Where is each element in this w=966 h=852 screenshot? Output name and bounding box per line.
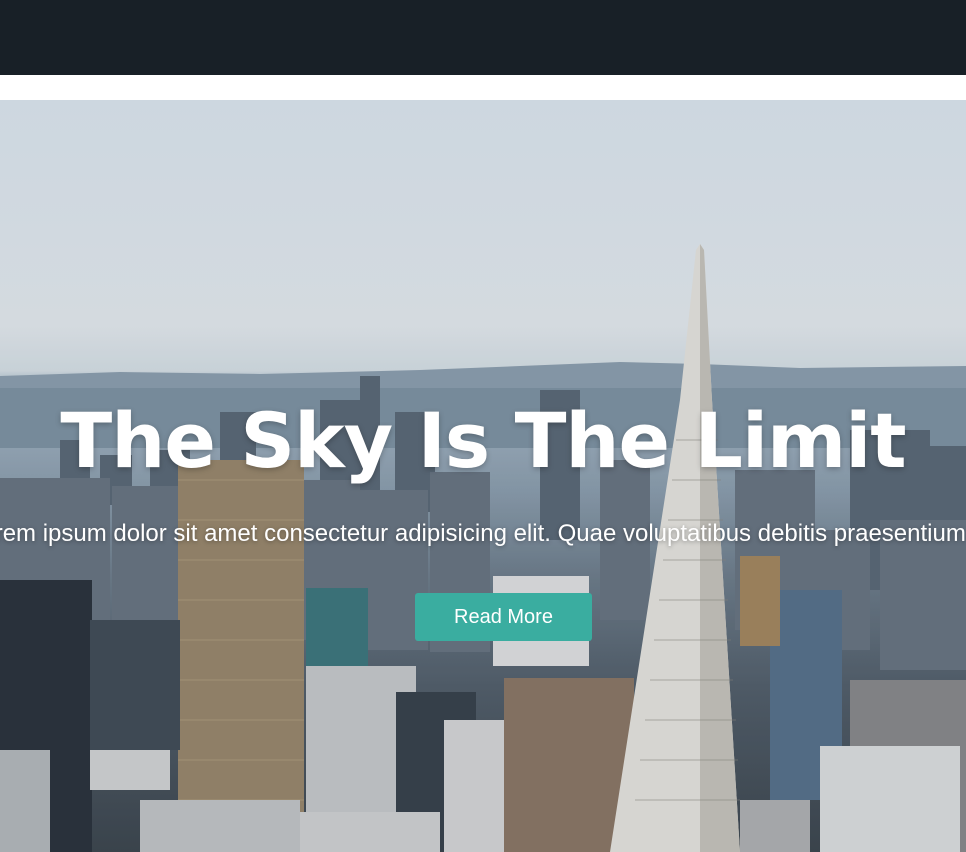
- top-navigation-bar: [0, 0, 966, 75]
- hero-description: Lorem ipsum dolor sit amet consectetur a…: [0, 520, 966, 547]
- hero-section: The Sky Is The Limit Lorem ipsum dolor s…: [0, 100, 966, 852]
- read-more-button[interactable]: Read More: [415, 593, 592, 641]
- hero-title: The Sky Is The Limit: [60, 396, 906, 485]
